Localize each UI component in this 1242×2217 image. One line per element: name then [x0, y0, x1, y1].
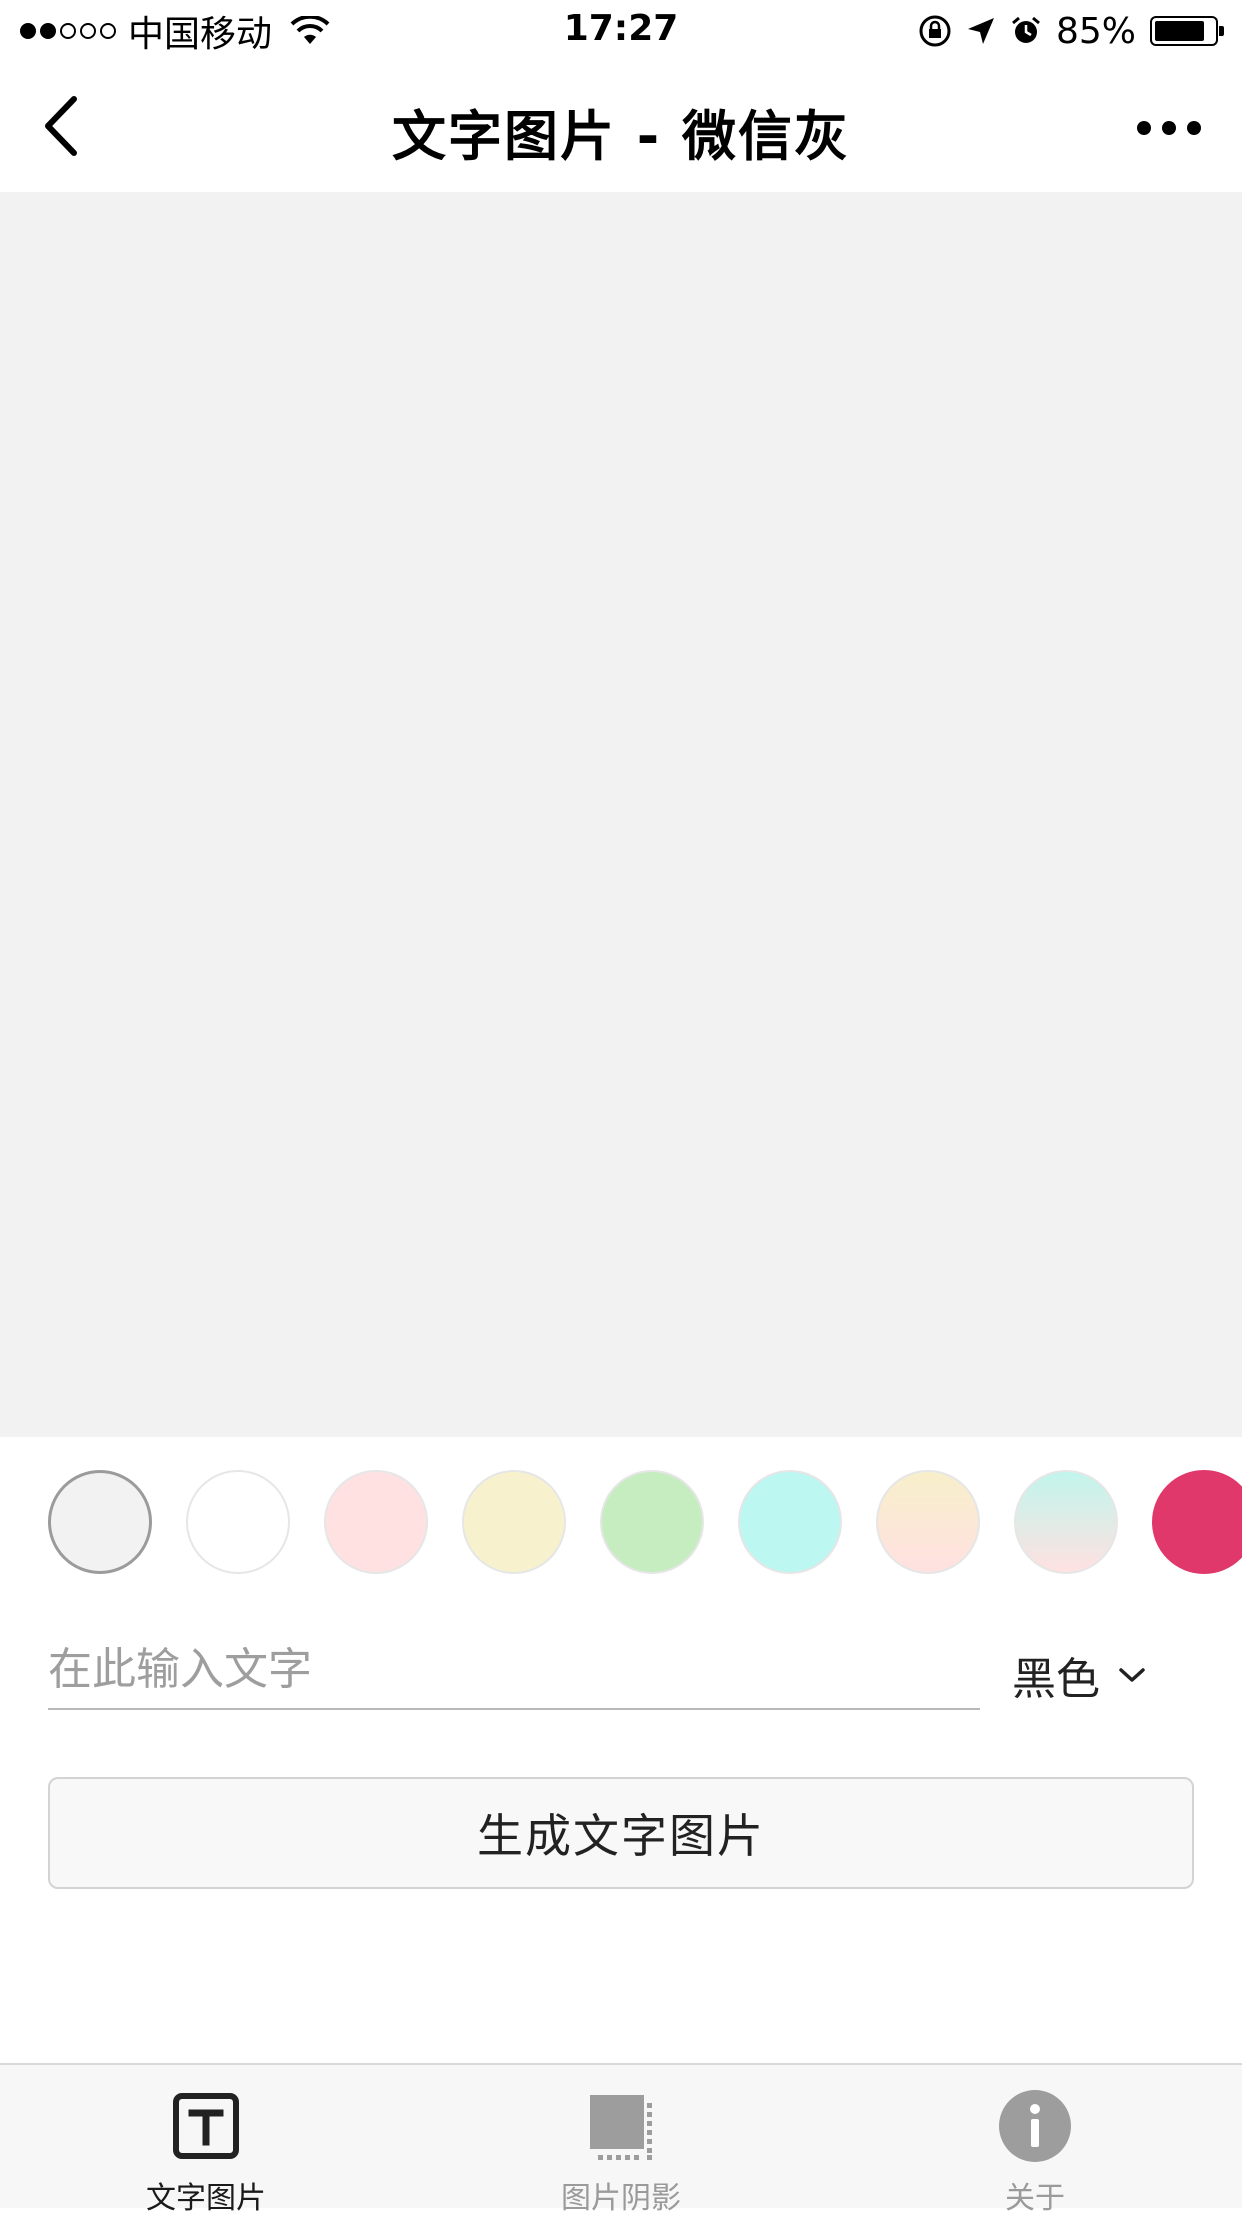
tab-label: 文字图片	[146, 2181, 266, 2216]
battery-percent: 85%	[1055, 10, 1136, 52]
nav-bar: 文字图片 - 微信灰	[0, 62, 1242, 192]
swatch-light-yellow[interactable]	[462, 1470, 566, 1574]
text-icon	[173, 2093, 239, 2159]
tab-label: 关于	[1005, 2181, 1065, 2216]
page-title: 文字图片 - 微信灰	[391, 105, 850, 168]
tab-bar: 文字图片 图片阴影 关于	[0, 2063, 1242, 2216]
status-right: 85%	[918, 8, 1224, 54]
battery-fill	[1155, 21, 1205, 41]
swatch-wechat-gray[interactable]	[48, 1470, 152, 1574]
alarm-icon	[1012, 16, 1040, 43]
tab-image-shadow[interactable]: 图片阴影	[471, 2065, 771, 2216]
more-button[interactable]	[1092, 108, 1202, 148]
text-input[interactable]	[48, 1630, 980, 1710]
background-color-swatches[interactable]	[0, 1470, 1242, 1574]
swatch-white[interactable]	[186, 1470, 290, 1574]
image-shadow-icon	[590, 2095, 652, 2160]
swatch-light-cyan[interactable]	[738, 1470, 842, 1574]
battery-icon	[1150, 16, 1224, 46]
chevron-down-icon	[1119, 1668, 1145, 1682]
text-color-label: 黑色	[1012, 1654, 1100, 1705]
info-icon	[999, 2090, 1071, 2162]
tab-about[interactable]: 关于	[885, 2065, 1185, 2216]
swatch-crimson[interactable]	[1152, 1470, 1242, 1574]
swatch-cyan-pink-gradient[interactable]	[1014, 1470, 1118, 1574]
rotation-lock-icon	[919, 15, 951, 47]
swatch-yellow-pink-gradient[interactable]	[876, 1470, 980, 1574]
status-bar: 中国移动 17:27 85%	[0, 0, 1242, 62]
location-arrow-icon	[967, 18, 994, 44]
generate-image-button[interactable]: 生成文字图片	[48, 1777, 1194, 1889]
swatch-light-green[interactable]	[600, 1470, 704, 1574]
tab-label: 图片阴影	[561, 2181, 681, 2216]
tab-text-image[interactable]: 文字图片	[56, 2065, 356, 2216]
text-color-select[interactable]: 黑色	[1012, 1640, 1146, 1710]
text-image-preview	[0, 192, 1242, 1437]
more-dots-icon	[1137, 121, 1201, 135]
swatch-light-pink[interactable]	[324, 1470, 428, 1574]
